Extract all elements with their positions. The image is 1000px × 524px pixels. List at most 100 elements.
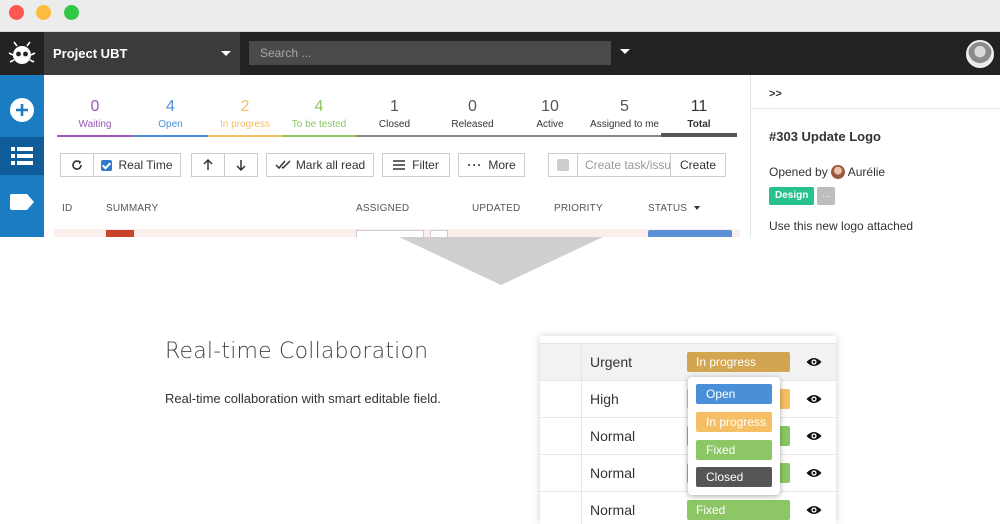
refresh-button[interactable] [60, 153, 94, 177]
priority-value[interactable]: Urgent [590, 354, 632, 370]
stat-released[interactable]: 0 Released [433, 97, 512, 137]
stat-underline [208, 135, 282, 137]
status-option-closed[interactable]: Closed [696, 467, 772, 487]
eye-icon[interactable] [806, 356, 822, 368]
status-field[interactable]: Fixed [687, 500, 790, 520]
table-row[interactable] [54, 229, 740, 237]
assigned-field[interactable] [356, 230, 424, 237]
status-option-fixed[interactable]: Fixed [696, 440, 772, 460]
priority-value[interactable]: High [590, 391, 619, 407]
realtime-label: Real Time [118, 158, 173, 172]
realtime-toggle[interactable]: Real Time [93, 153, 181, 177]
maximize-window-button[interactable] [64, 5, 79, 20]
column-status[interactable]: STATUS [648, 203, 701, 214]
column-priority[interactable]: PRIORITY [554, 203, 603, 214]
stat-waiting[interactable]: 0 Waiting [57, 97, 133, 137]
double-check-icon [275, 160, 291, 170]
status-dropdown: Open In progress Fixed Closed [688, 377, 780, 495]
column-id[interactable]: ID [62, 203, 72, 214]
card-top-edge [540, 336, 836, 344]
task-type-icon[interactable] [557, 159, 569, 171]
eye-icon[interactable] [806, 504, 822, 516]
ant-logo-icon[interactable] [0, 32, 44, 75]
column-divider [581, 492, 582, 524]
stat-underline [512, 135, 588, 137]
feature-description: Real-time collaboration with smart edita… [165, 391, 442, 406]
task-title: #303 Update Logo [769, 129, 881, 144]
stat-underline [57, 135, 133, 137]
status-badge[interactable] [648, 230, 732, 237]
stat-total[interactable]: 11 Total [661, 97, 737, 137]
realtime-checkbox[interactable] [101, 159, 113, 171]
mark-all-read-button[interactable]: Mark all read [266, 153, 374, 177]
stat-count: 0 [468, 98, 477, 115]
status-option-in-progress[interactable]: In progress [696, 412, 772, 432]
plus-icon [10, 98, 34, 122]
sidebar-item-list[interactable] [0, 137, 44, 175]
task-list-panel: 0 Waiting 4 Open 2 In progress 4 To be tested 1 C… [44, 75, 750, 237]
more-tags-button[interactable]: ... [817, 187, 835, 205]
eye-icon[interactable] [806, 430, 822, 442]
status-field[interactable]: In progress [687, 352, 790, 372]
filter-button[interactable]: Filter [382, 153, 450, 177]
stat-assigned-to-me[interactable]: 5 Assigned to me [588, 97, 661, 137]
sidebar-item-tags[interactable] [0, 183, 44, 221]
stat-label: Released [451, 119, 494, 130]
opened-by-label: Opened by [769, 165, 828, 179]
window-titlebar [0, 0, 1000, 32]
sort-up-button[interactable] [191, 153, 225, 177]
stat-count: 2 [240, 98, 250, 115]
stat-label: Waiting [78, 119, 112, 130]
column-summary[interactable]: SUMMARY [106, 203, 158, 214]
stat-count: 0 [90, 98, 100, 115]
stat-closed[interactable]: 1 Closed [356, 97, 433, 137]
more-dots-icon: ··· [467, 158, 483, 172]
filter-label: Filter [412, 158, 439, 172]
project-selector[interactable]: Project UBT [44, 32, 240, 75]
stat-underline [133, 135, 208, 137]
stat-in-progress[interactable]: 2 In progress [208, 97, 282, 137]
tag-badge[interactable]: Design [769, 187, 815, 205]
minimize-window-button[interactable] [36, 5, 51, 20]
stat-count: 5 [620, 98, 629, 115]
stat-open[interactable]: 4 Open [133, 97, 208, 137]
create-button[interactable]: Create [670, 153, 726, 177]
eye-icon[interactable] [806, 467, 822, 479]
eye-icon[interactable] [806, 393, 822, 405]
close-window-button[interactable] [9, 5, 24, 20]
search-options-caret-icon[interactable] [620, 49, 630, 54]
refresh-icon [72, 160, 82, 170]
sort-down-button[interactable] [224, 153, 258, 177]
more-button[interactable]: ··· More [458, 153, 525, 177]
stat-active[interactable]: 10 Active [512, 97, 588, 137]
arrow-up-icon [203, 159, 213, 170]
filter-icon [393, 160, 406, 170]
priority-value[interactable]: Normal [590, 502, 635, 518]
stat-to-be-tested[interactable]: 4 To be tested [282, 97, 356, 137]
priority-value[interactable]: Normal [590, 428, 635, 444]
stat-label: Assigned to me [590, 119, 659, 130]
column-updated[interactable]: UPDATED [472, 203, 520, 214]
column-assigned[interactable]: ASSIGNED [356, 203, 409, 214]
mark-all-read-label: Mark all read [295, 158, 366, 172]
priority-value[interactable]: Normal [590, 465, 635, 481]
opened-by-user[interactable]: Aurélie [848, 165, 885, 179]
stat-underline [433, 135, 512, 137]
app-header: Project UBT [0, 32, 1000, 75]
create-task-field[interactable]: Create task/issue [548, 153, 686, 177]
task-detail-panel: >> #303 Update Logo Opened by Aurélie De… [750, 75, 1000, 237]
sidebar-item-add[interactable] [0, 91, 44, 129]
stat-count: 1 [390, 98, 399, 115]
assigned-dropdown[interactable] [430, 230, 448, 237]
user-avatar[interactable] [966, 40, 994, 68]
status-option-open[interactable]: Open [696, 384, 772, 404]
stat-underline [661, 133, 737, 137]
stat-label: Open [158, 119, 183, 130]
column-divider [581, 344, 582, 381]
stat-label: In progress [219, 119, 271, 130]
collapse-panel-button[interactable]: >> [751, 75, 1000, 109]
search-input[interactable] [249, 41, 611, 65]
column-divider [581, 418, 582, 455]
task-opened-by: Opened by Aurélie [769, 165, 885, 179]
user-avatar [830, 165, 845, 179]
